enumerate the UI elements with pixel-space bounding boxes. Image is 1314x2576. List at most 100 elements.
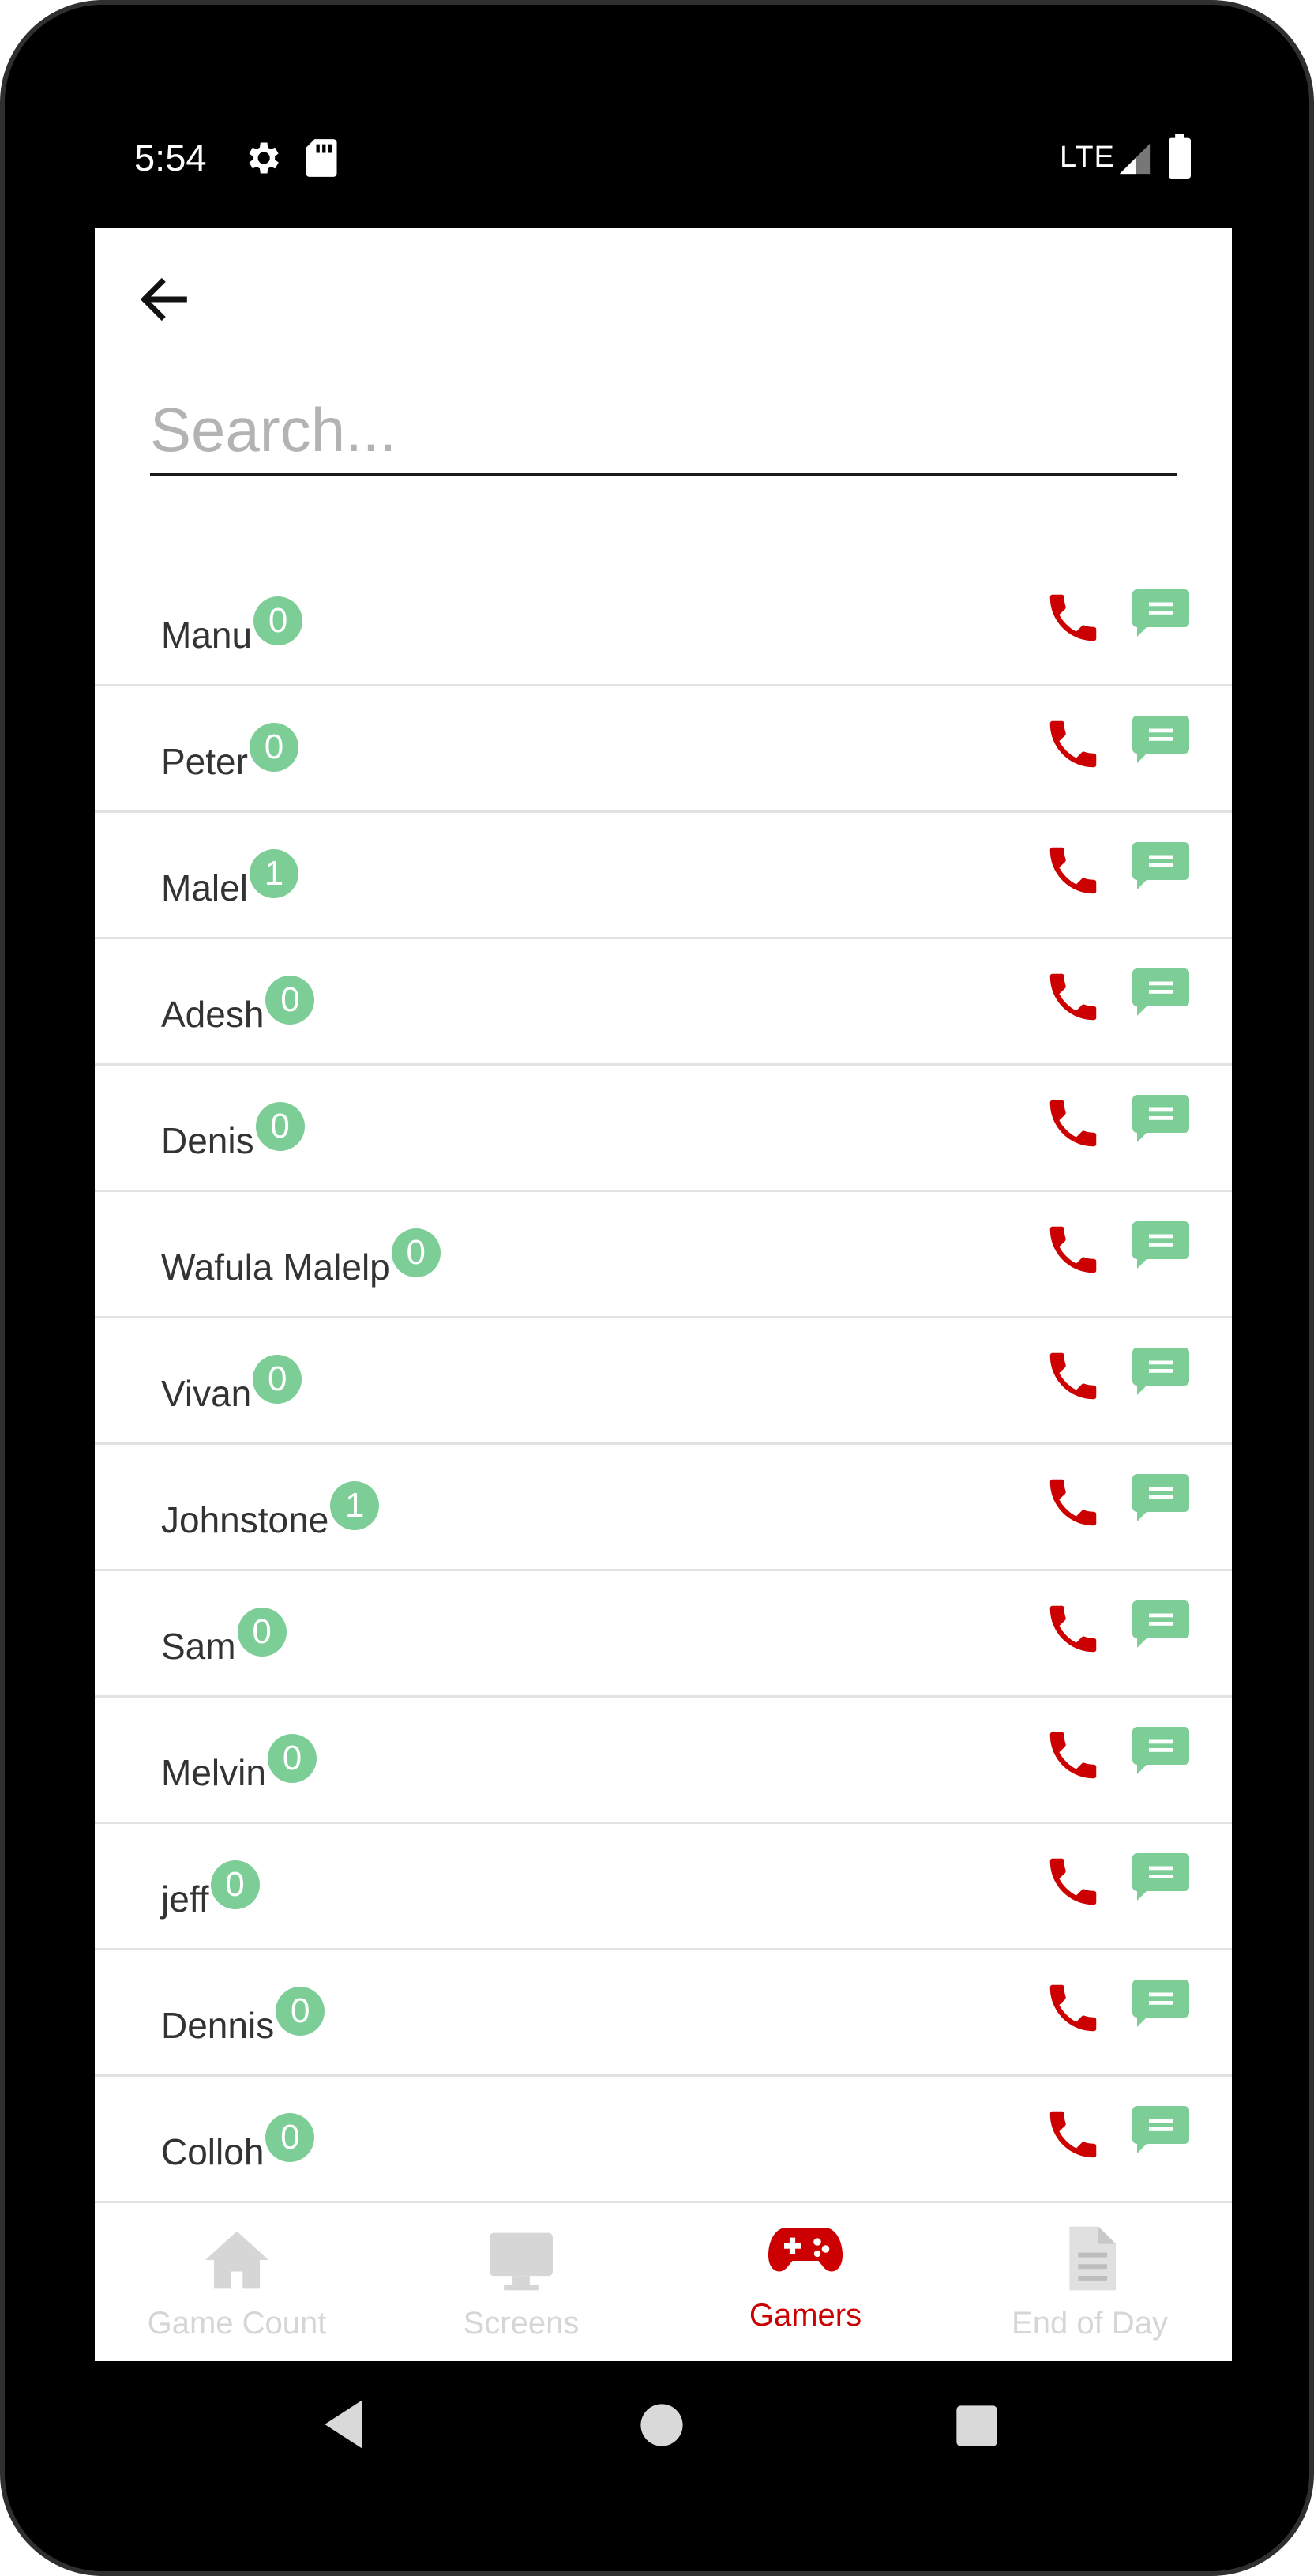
phone-icon[interactable]	[1042, 1219, 1104, 1280]
recents-square-icon[interactable]	[955, 2405, 998, 2447]
gamer-count-badge: 0	[249, 723, 298, 772]
gamer-row[interactable]: Sam 0	[95, 1571, 1232, 1698]
gamer-count-badge: 0	[265, 976, 315, 1025]
gamer-name-group: Denis 0	[161, 1102, 305, 1159]
phone-icon[interactable]	[1042, 1977, 1104, 2039]
gamer-count-badge: 0	[253, 1355, 302, 1404]
gamer-name-group: Johnstone 1	[161, 1481, 380, 1540]
search-input[interactable]	[150, 386, 1177, 473]
gamer-row[interactable]: Vivan 0	[95, 1318, 1232, 1445]
nav-game-count[interactable]: Game Count	[95, 2203, 379, 2361]
gamer-name-group: Dennis 0	[161, 1987, 325, 2044]
nav-end-of-day[interactable]: End of Day	[948, 2203, 1232, 2361]
message-icon[interactable]	[1129, 587, 1192, 644]
phone-icon[interactable]	[1042, 1598, 1104, 1660]
gamer-name-group: Melvin 0	[161, 1734, 317, 1791]
status-bar: 5:54 LTE	[134, 131, 1192, 190]
document-icon	[1069, 2226, 1116, 2291]
gamer-name-group: Vivan 0	[161, 1355, 302, 1412]
bottom-nav: Game Count Screens Gamers End of Day	[95, 2203, 1232, 2361]
gamer-name: Johnstone	[161, 1499, 329, 1540]
gamer-row[interactable]: jeff 0	[95, 1824, 1232, 1950]
sd-card-icon	[306, 139, 337, 177]
gamer-count-badge: 0	[265, 2113, 315, 2162]
search-field[interactable]	[150, 386, 1177, 476]
gamer-name-group: Colloh 0	[161, 2113, 315, 2172]
gamer-row[interactable]: Denis 0	[95, 1066, 1232, 1192]
nav-label-end-of-day: End of Day	[1012, 2306, 1168, 2341]
gamer-name: Colloh	[161, 2131, 265, 2172]
nav-label-game-count: Game Count	[147, 2306, 327, 2341]
gamer-count-badge: 0	[237, 1608, 287, 1657]
message-icon[interactable]	[1129, 840, 1192, 897]
gamer-name-group: Malel 1	[161, 849, 298, 906]
home-icon	[205, 2231, 268, 2289]
gamer-count-badge: 1	[249, 849, 298, 898]
gamer-count-badge: 0	[253, 596, 303, 645]
gamer-list: Manu 0 Peter 0 Malel 1 Adesh 0 Denis 0 Wafula Male…	[95, 560, 1232, 2203]
phone-icon[interactable]	[1042, 966, 1104, 1028]
phone-icon[interactable]	[1042, 587, 1104, 649]
phone-icon[interactable]	[1042, 2104, 1104, 2165]
message-icon[interactable]	[1129, 2104, 1192, 2160]
gamer-name: Manu	[161, 615, 253, 656]
phone-icon[interactable]	[1042, 840, 1104, 901]
gamer-count-badge: 1	[330, 1481, 380, 1530]
nav-gamers[interactable]: Gamers	[663, 2203, 948, 2361]
gamer-name-group: Adesh 0	[161, 976, 315, 1032]
gamer-name: Peter	[161, 741, 248, 782]
message-icon[interactable]	[1129, 966, 1192, 1023]
device-frame: 5:54 LTE Manu0Peter0Malel1Adesh0Denis0Wa…	[0, 0, 1314, 2576]
gamer-name: Melvin	[161, 1752, 266, 1793]
message-icon[interactable]	[1129, 1851, 1192, 1908]
message-icon[interactable]	[1129, 1219, 1192, 1276]
gamer-row[interactable]: Manu 0	[95, 560, 1232, 686]
phone-icon[interactable]	[1042, 1851, 1104, 1912]
gamer-name-group: Sam 0	[161, 1608, 287, 1664]
gamer-row[interactable]: Peter 0	[95, 686, 1232, 813]
phone-icon[interactable]	[1042, 1472, 1104, 1533]
gamer-name: Denis	[161, 1120, 254, 1161]
battery-icon	[1169, 134, 1191, 179]
gamer-name-group: jeff 0	[161, 1860, 260, 1917]
gamer-name: Malel	[161, 867, 248, 908]
gamer-name: Dennis	[161, 2005, 275, 2046]
gamer-count-badge: 0	[391, 1228, 441, 1277]
gamer-row[interactable]: Melvin 0	[95, 1698, 1232, 1824]
phone-icon[interactable]	[1042, 713, 1104, 775]
gamer-count-badge: 0	[255, 1102, 305, 1151]
back-triangle-icon[interactable]	[322, 2398, 366, 2450]
gamer-name: jeff	[161, 1878, 209, 1920]
phone-icon[interactable]	[1042, 1724, 1104, 1786]
message-icon[interactable]	[1129, 1724, 1192, 1781]
gamer-name: Sam	[161, 1626, 236, 1667]
phone-icon[interactable]	[1042, 1092, 1104, 1154]
gamer-count-badge: 0	[276, 1987, 325, 2036]
gamer-row[interactable]: Malel 1	[95, 813, 1232, 939]
message-icon[interactable]	[1129, 1345, 1192, 1402]
app-screen: Manu0Peter0Malel1Adesh0Denis0Wafula Male…	[95, 228, 1232, 2361]
gamer-row[interactable]: Adesh 0	[95, 939, 1232, 1066]
gamer-row[interactable]: Dennis 0	[95, 1950, 1232, 2077]
status-time: 5:54	[134, 137, 207, 179]
arrow-left-icon[interactable]	[134, 269, 194, 329]
message-icon[interactable]	[1129, 1092, 1192, 1149]
gamepad-icon	[768, 2228, 843, 2272]
home-circle-icon[interactable]	[640, 2403, 684, 2447]
phone-icon[interactable]	[1042, 1345, 1104, 1407]
system-nav-bar	[5, 2367, 1309, 2493]
gamer-row[interactable]: Wafula Malelp 0	[95, 1192, 1232, 1318]
nav-screens[interactable]: Screens	[379, 2203, 663, 2361]
monitor-icon	[490, 2232, 553, 2291]
message-icon[interactable]	[1129, 1977, 1192, 2034]
gamer-count-badge: 0	[267, 1734, 317, 1783]
message-icon[interactable]	[1129, 1598, 1192, 1655]
gamer-row[interactable]: Johnstone 1	[95, 1445, 1232, 1571]
gamer-row[interactable]: Colloh 0	[95, 2077, 1232, 2203]
message-icon[interactable]	[1129, 713, 1192, 770]
gamer-name: Vivan	[161, 1373, 252, 1414]
message-icon[interactable]	[1129, 1472, 1192, 1529]
gamer-name-group: Manu 0	[161, 596, 303, 656]
gamer-name-group: Peter 0	[161, 723, 298, 780]
gamer-count-badge: 0	[210, 1860, 260, 1909]
